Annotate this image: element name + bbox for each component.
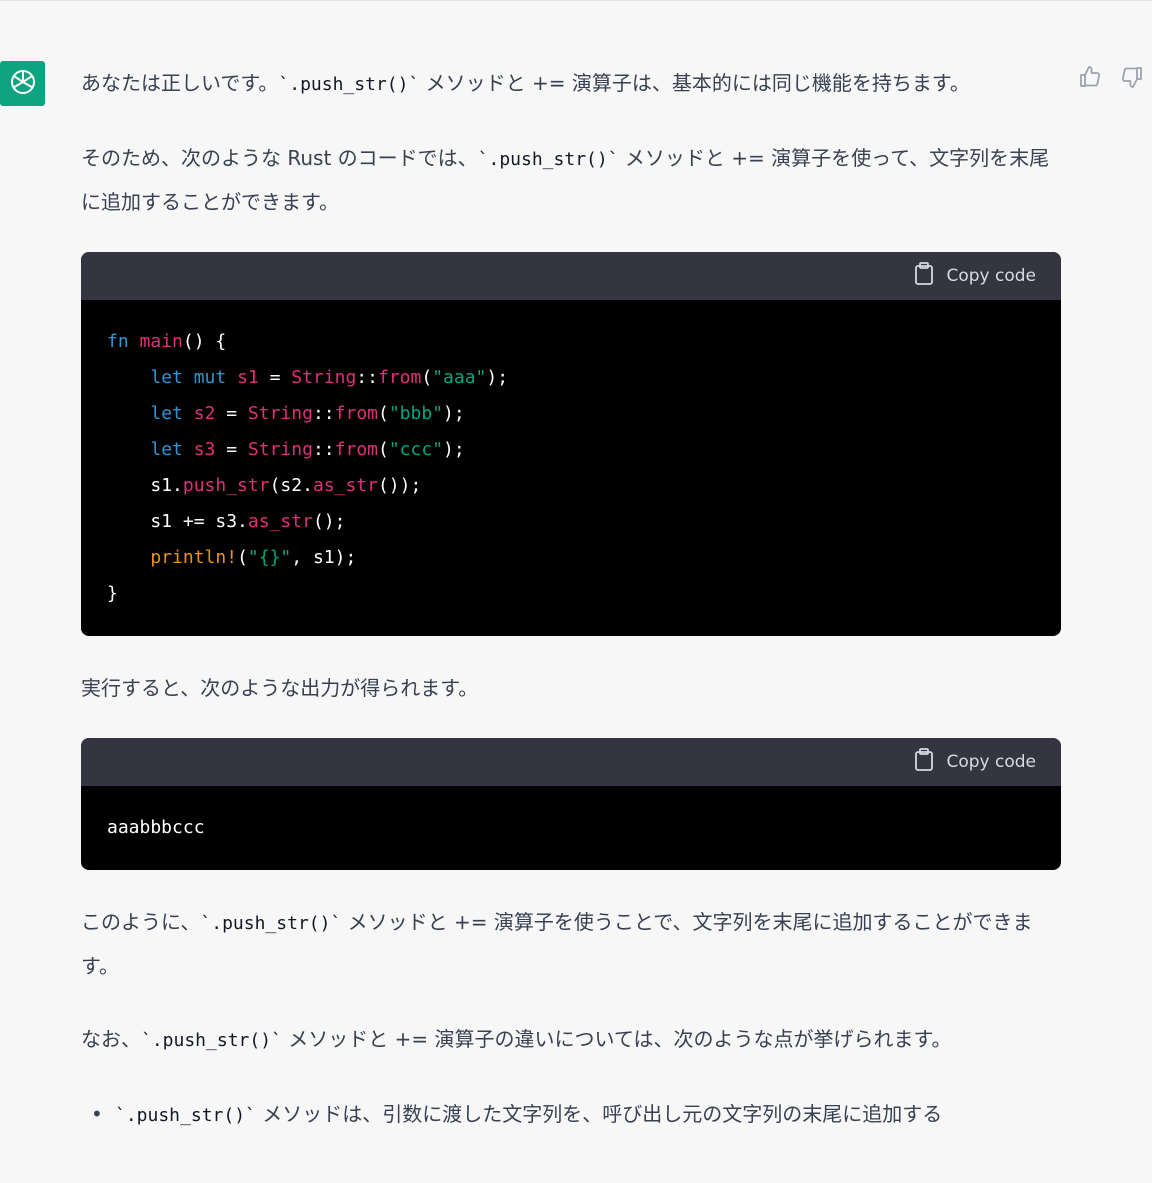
paragraph-text: そのため、次のような Rust のコードでは、 xyxy=(81,146,478,170)
code-token-keyword: let xyxy=(150,439,183,460)
code-line: } xyxy=(107,583,118,604)
inline-code: `.push_str()` xyxy=(278,74,420,95)
code-token-function: from xyxy=(334,439,378,460)
openai-logo-icon xyxy=(8,67,38,101)
clipboard-icon xyxy=(914,262,934,290)
code-token-variable: s3 xyxy=(193,439,216,460)
code-block-header: Copy code xyxy=(81,738,1061,786)
thumbs-up-button[interactable] xyxy=(1078,66,1102,92)
copy-code-label: Copy code xyxy=(946,752,1036,772)
thumbs-down-icon xyxy=(1120,65,1144,93)
code-token-type: String xyxy=(291,367,357,388)
code-token-text: ()); xyxy=(377,475,422,496)
thumbs-up-icon xyxy=(1078,65,1102,93)
code-line: let mut s1 = String::from("aaa"); xyxy=(107,367,508,388)
code-token-text: (s2. xyxy=(269,475,313,496)
code-token-function: push_str xyxy=(182,475,270,496)
code-token-text: = xyxy=(215,439,248,460)
code-block-output: Copy code aaabbbccc xyxy=(81,738,1061,870)
code-token-string: "aaa" xyxy=(432,367,487,388)
code-token-function: from xyxy=(377,367,422,388)
feedback-buttons xyxy=(1078,66,1144,92)
code-token-string: "ccc" xyxy=(388,439,444,460)
code-token-keyword: let mut xyxy=(150,367,227,388)
code-token-keyword: fn xyxy=(107,331,129,352)
code-line: let s2 = String::from("bbb"); xyxy=(107,403,465,424)
code-token-text: :: xyxy=(312,439,335,460)
code-token-text: ( xyxy=(421,367,433,388)
code-token-type: String xyxy=(247,439,313,460)
list-item-text: メソッドは、引数に渡した文字列を、呼び出し元の文字列の末尾に追加する xyxy=(255,1102,943,1126)
message-paragraph: そのため、次のような Rust のコードでは、`.push_str()` メソッ… xyxy=(81,137,1061,223)
code-content: fn main() { let mut s1 = String::from("a… xyxy=(81,300,1061,636)
code-content: aaabbbccc xyxy=(81,786,1061,870)
code-line: println!("{}", s1); xyxy=(107,547,356,568)
code-token-type: String xyxy=(247,403,313,424)
code-token-text: ( xyxy=(237,547,248,568)
paragraph-text: あなたは正しいです。 xyxy=(81,71,279,95)
paragraph-text: メソッドと += 演算子は、基本的には同じ機能を持ちます。 xyxy=(419,71,970,95)
code-token-text: ); xyxy=(443,439,465,460)
message-paragraph: 実行すると、次のような出力が得られます。 xyxy=(81,667,1061,709)
message-paragraph: あなたは正しいです。`.push_str()` メソッドと += 演算子は、基本… xyxy=(81,62,1061,106)
code-token-text: ( xyxy=(378,403,389,424)
thumbs-down-button[interactable] xyxy=(1120,66,1144,92)
list-item: `.push_str()` メソッドは、引数に渡した文字列を、呼び出し元の文字列… xyxy=(91,1093,1061,1137)
inline-code: `.push_str()` xyxy=(200,913,342,934)
code-token-text: :: xyxy=(356,367,378,388)
message-paragraph: なお、`.push_str()` メソッドと += 演算子の違いについては、次の… xyxy=(81,1018,1061,1062)
inline-code: `.push_str()` xyxy=(115,1105,256,1126)
code-token-variable: s2 xyxy=(193,403,216,424)
code-token-string: "{}" xyxy=(247,547,292,568)
copy-code-label: Copy code xyxy=(946,266,1036,286)
code-token-variable: s1 xyxy=(237,367,259,388)
code-line: fn main() { xyxy=(107,331,226,352)
inline-code: `.push_str()` xyxy=(477,149,619,170)
code-token-function: from xyxy=(334,403,378,424)
paragraph-text: 実行すると、次のような出力が得られます。 xyxy=(81,676,479,700)
code-token-text: :: xyxy=(312,403,335,424)
code-token-text: , s1); xyxy=(291,547,357,568)
code-block-header: Copy code xyxy=(81,252,1061,300)
paragraph-text: このように、 xyxy=(81,910,201,934)
code-line: let s3 = String::from("ccc"); xyxy=(107,439,465,460)
code-token-macro: println! xyxy=(150,547,238,568)
code-token-function: as_str xyxy=(312,475,378,496)
code-line: aaabbbccc xyxy=(107,817,205,838)
code-token-function: as_str xyxy=(247,511,313,532)
bullet-list: `.push_str()` メソッドは、引数に渡した文字列を、呼び出し元の文字列… xyxy=(81,1093,1061,1137)
code-token-function: main xyxy=(139,331,183,352)
assistant-message: あなたは正しいです。`.push_str()` メソッドと += 演算子は、基本… xyxy=(81,58,1061,1137)
message-paragraph: このように、`.push_str()` メソッドと += 演算子を使うことで、文… xyxy=(81,901,1061,987)
assistant-avatar xyxy=(0,61,45,106)
paragraph-text: なお、 xyxy=(81,1027,141,1051)
code-token-text: () { xyxy=(182,331,227,352)
code-line: s1 += s3.as_str(); xyxy=(107,511,345,532)
copy-code-button[interactable]: Copy code xyxy=(914,262,1036,290)
code-token-text: = xyxy=(215,403,248,424)
code-token-text: (); xyxy=(312,511,346,532)
inline-code: `.push_str()` xyxy=(141,1030,282,1051)
code-token-keyword: let xyxy=(150,403,183,424)
code-token-string: "bbb" xyxy=(388,403,444,424)
paragraph-text: メソッドと += 演算子の違いについては、次のような点が挙げられます。 xyxy=(281,1027,952,1051)
code-token-text: ( xyxy=(378,439,389,460)
code-token-text: s1 += s3. xyxy=(150,511,248,532)
clipboard-icon xyxy=(914,748,934,776)
code-line: s1.push_str(s2.as_str()); xyxy=(107,475,421,496)
copy-code-button[interactable]: Copy code xyxy=(914,748,1036,776)
code-token-text: s1. xyxy=(150,475,183,496)
code-block-rust: Copy code fn main() { let mut s1 = Strin… xyxy=(81,252,1061,636)
code-token-text: ); xyxy=(486,367,509,388)
top-divider xyxy=(0,0,1152,1)
code-token-text: = xyxy=(258,367,292,388)
code-token-text: ); xyxy=(443,403,465,424)
